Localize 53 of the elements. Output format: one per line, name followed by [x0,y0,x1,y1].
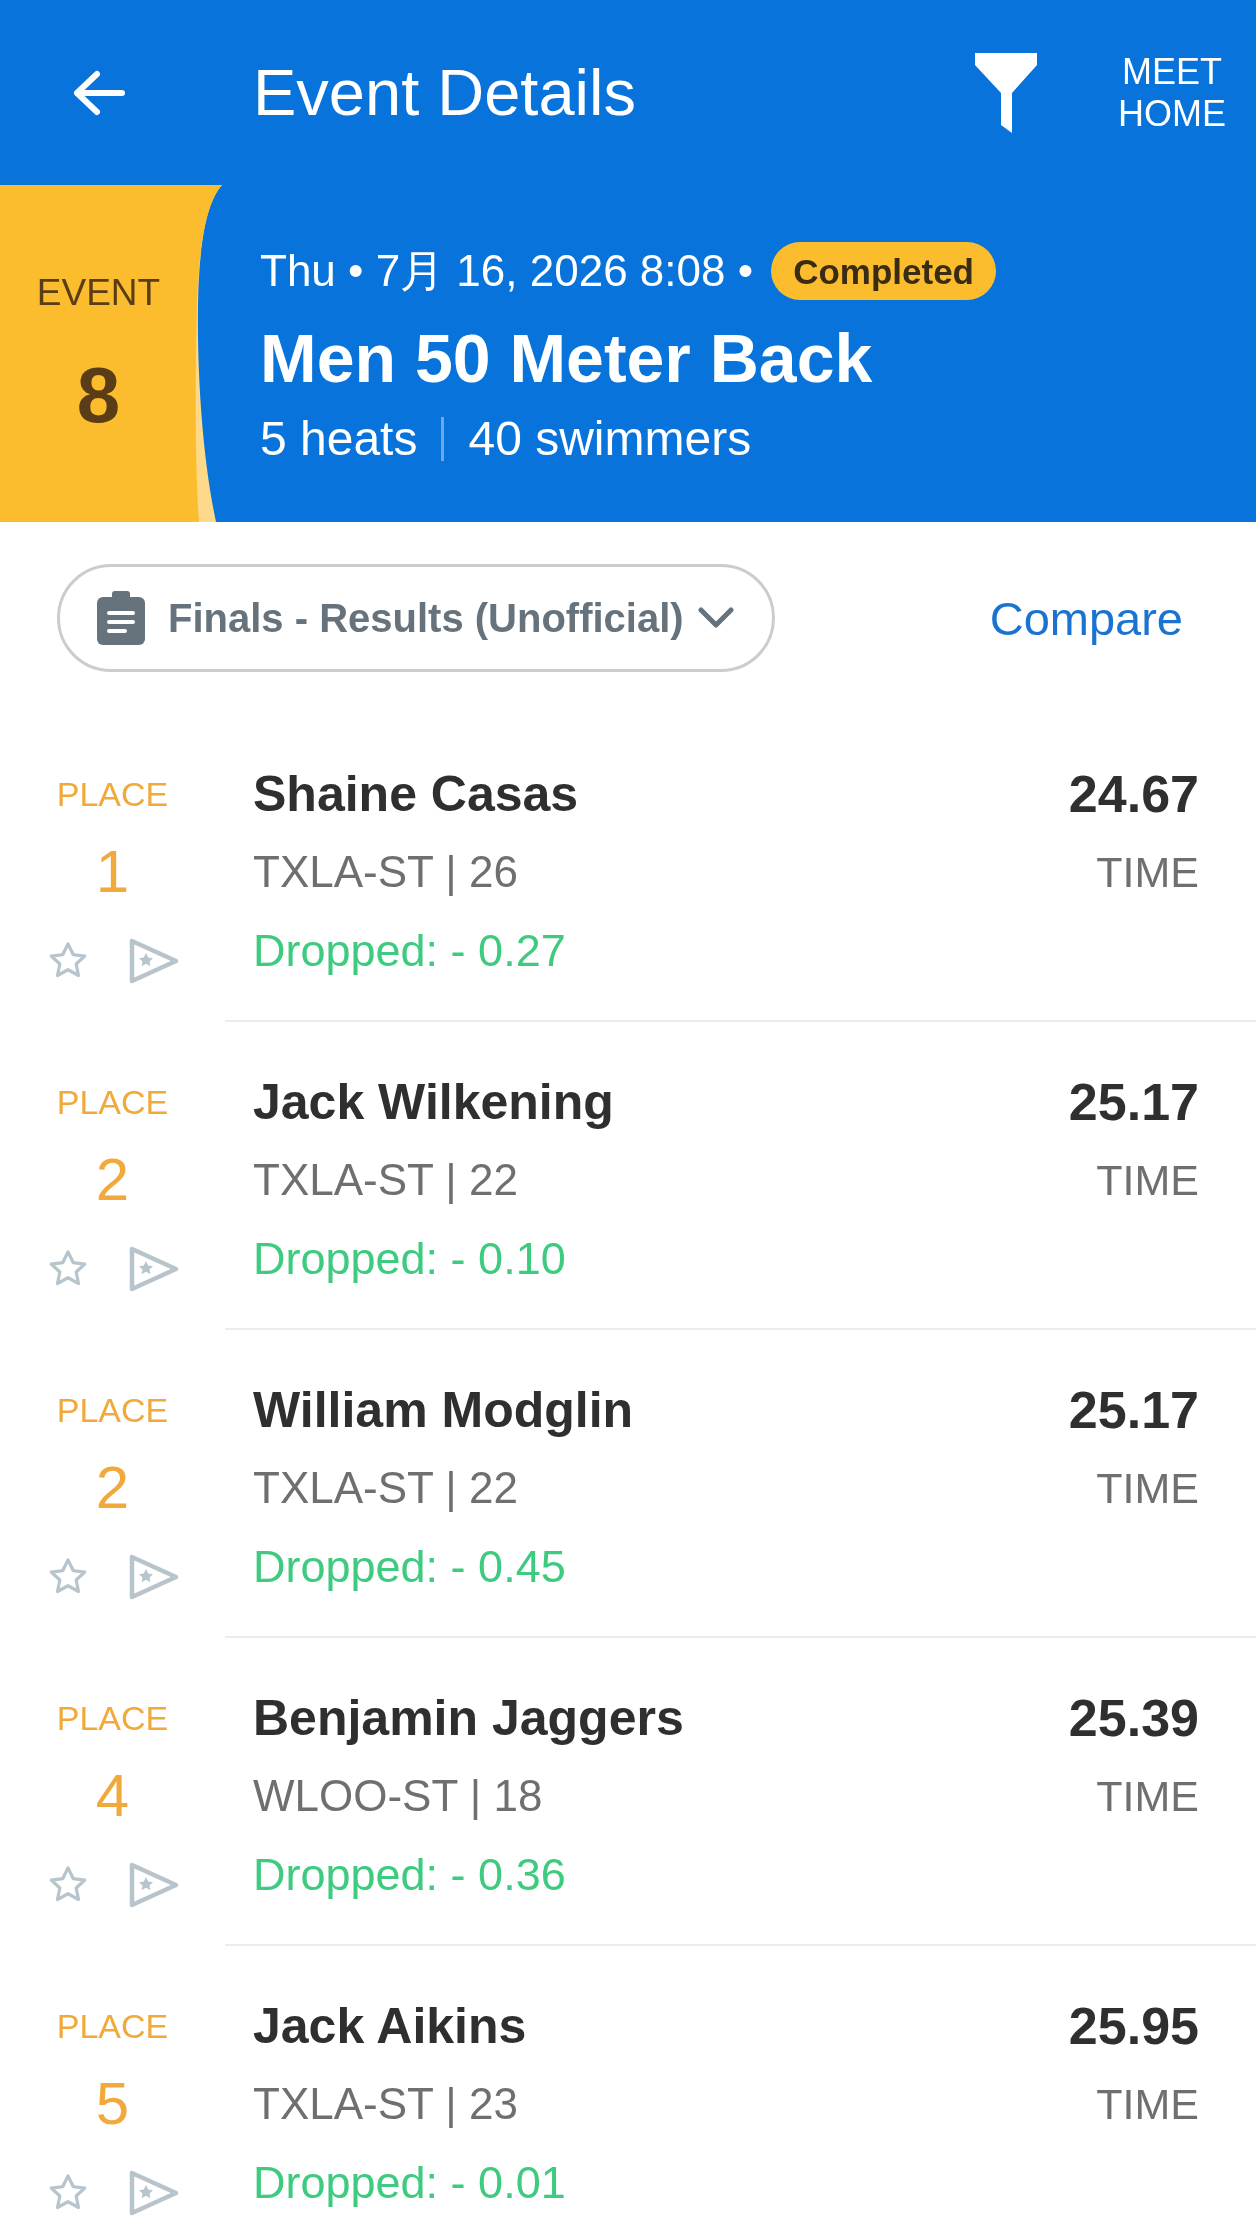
place-label: PLACE [56,2009,169,2043]
swimmer-count: 40 swimmers [468,415,752,463]
place-number: 1 [95,842,130,902]
chevron-down-icon [697,607,734,629]
time-label: TIME [1096,1466,1199,1510]
place-label: PLACE [56,1085,169,1119]
swimmer-name: Benjamin Jaggers [253,1693,684,1743]
place-label: PLACE [56,777,169,811]
pennant-star-icon[interactable] [128,2170,180,2216]
time-drop: Dropped: - 0.10 [253,1235,566,1281]
swimmer-name: William Modglin [253,1385,634,1435]
place-number: 2 [95,1458,130,1518]
time-drop: Dropped: - 0.36 [253,1851,566,1897]
pennant-star-icon[interactable] [128,1246,180,1292]
team-age: TXLA-ST | 22 [253,1466,518,1510]
results-dropdown[interactable]: Finals - Results (Unofficial) [57,564,775,672]
swimmer-name: Jack Aikins [253,2001,527,2051]
swim-time: 25.39 [1068,1692,1199,1744]
heat-count: 5 heats [260,415,418,463]
team-age: TXLA-ST | 23 [253,2082,518,2126]
place-number: 4 [95,1766,130,1826]
time-label: TIME [1096,1774,1199,1818]
team-age: TXLA-ST | 22 [253,1158,518,1202]
event-label: EVENT [36,270,161,315]
swim-time: 25.17 [1068,1384,1199,1436]
time-label: TIME [1096,850,1199,894]
swim-time: 25.95 [1068,2000,1199,2052]
time-drop: Dropped: - 0.01 [253,2159,566,2205]
pennant-star-icon[interactable] [128,938,180,984]
status-badge: Completed [771,242,996,300]
place-label: PLACE [56,1393,169,1427]
time-drop: Dropped: - 0.45 [253,1543,566,1589]
time-label: TIME [1096,2082,1199,2126]
event-date: Thu • 7月 16, 2026 8:08 • [260,249,754,293]
time-label: TIME [1096,1158,1199,1202]
swimmer-name: Jack Wilkening [253,1077,614,1127]
pennant-star-icon[interactable] [128,1862,180,1908]
time-drop: Dropped: - 0.27 [253,927,566,973]
team-age: TXLA-ST | 26 [253,850,518,894]
pennant-star-icon[interactable] [128,1554,180,1600]
place-label: PLACE [56,1701,169,1735]
place-number: 5 [95,2074,130,2134]
clipboard-icon [97,591,145,645]
swim-time: 25.17 [1068,1076,1199,1128]
place-number: 2 [95,1150,130,1210]
team-age: WLOO-ST | 18 [253,1774,543,1818]
swimmer-name: Shaine Casas [253,769,579,819]
meet-home-button[interactable]: MEET HOME [1102,51,1242,134]
event-name: Men 50 Meter Back [260,319,874,398]
event-number: 8 [76,350,121,440]
swim-time: 24.67 [1068,768,1199,820]
screen-title: Event Details [253,60,637,125]
filter-icon [974,52,1038,133]
